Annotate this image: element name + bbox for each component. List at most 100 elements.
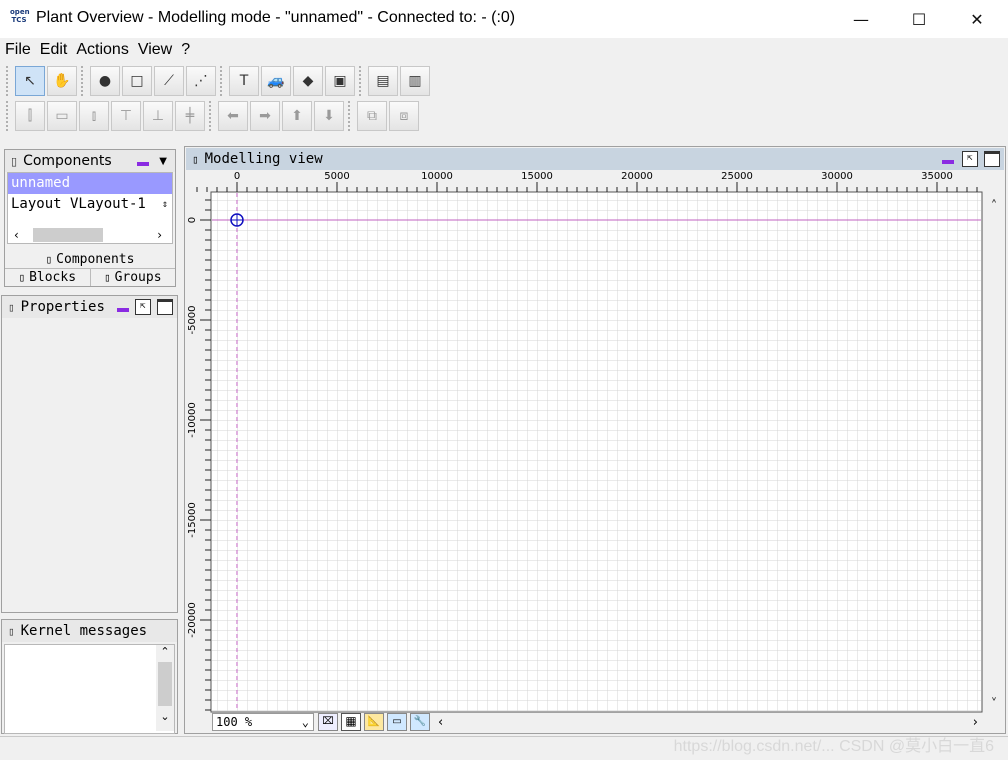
undock-view-icon[interactable]: ⇱ (962, 151, 978, 167)
kernel-message-area[interactable]: ⌃ ⌄ (4, 644, 175, 734)
pan-hand-icon: ✋ (53, 73, 71, 89)
x-ruler (186, 170, 1004, 192)
toolbar-separator (81, 66, 87, 96)
vehicle-button[interactable]: 🚙 (261, 66, 291, 96)
maximize-button[interactable]: ☐ (890, 0, 948, 38)
clip-tool-button[interactable]: ▥ (400, 66, 430, 96)
layer-tool-button[interactable]: ▤ (368, 66, 398, 96)
toolbar-drawing: ↖ ✋ ● □ ⟋ ⋰ T 🚙 ◆ ▣ ▤ ▥ (4, 64, 432, 98)
blocks-icon: ◆ (302, 73, 314, 89)
create-point-button[interactable]: ● (90, 66, 120, 96)
scroll-right-icon[interactable]: › (973, 715, 978, 730)
move-left-button[interactable]: ⬅ (218, 101, 248, 131)
chevron-down-icon[interactable]: ▼ (159, 156, 167, 167)
minimize-view-icon[interactable] (942, 160, 954, 164)
blocks-button[interactable]: ◆ (293, 66, 323, 96)
menu-view[interactable]: View (133, 41, 176, 59)
modelling-canvas[interactable]: 0 5000 10000 15000 20000 25000 30000 35000 0 -50… (186, 170, 1004, 732)
align-right-button[interactable]: ⫾ (79, 101, 109, 131)
menu-actions[interactable]: Actions (71, 41, 132, 59)
create-point-icon: ● (98, 73, 112, 89)
align-bottom-button[interactable]: ⊥ (143, 101, 173, 131)
move-up-button[interactable]: ⬆ (282, 101, 312, 131)
menu-help[interactable]: ? (176, 41, 194, 59)
create-link-button[interactable]: ⋰ (186, 66, 216, 96)
create-location-icon: □ (130, 73, 144, 89)
toggle-blocks-icon[interactable]: ▭ (387, 713, 407, 731)
maximize-view-icon[interactable] (984, 151, 1000, 167)
align-center-v-button[interactable]: ╪ (175, 101, 205, 131)
toolbar-grip[interactable] (6, 66, 12, 96)
menu-bar: File Edit Actions View ? (0, 38, 1008, 62)
move-up-icon: ⬆ (291, 108, 303, 124)
menu-edit[interactable]: Edit (35, 41, 72, 59)
kernel-messages-panel: ▯ Kernel messages ⌃ ⌄ (1, 619, 178, 734)
panel-icon: ▯ (192, 152, 199, 166)
scroll-updown-icon[interactable]: ⇕ (162, 194, 168, 215)
chevron-down-icon: ⌄ (301, 715, 309, 729)
scroll-thumb[interactable] (158, 662, 172, 706)
align-top-icon: ⊤ (119, 108, 133, 124)
location-type-button[interactable]: T (229, 66, 259, 96)
move-down-icon: ⬇ (323, 108, 335, 124)
tab-icon: ▯ (18, 271, 26, 284)
select-tool-button[interactable]: ↖ (15, 66, 45, 96)
maximize-icon: ☐ (911, 9, 927, 29)
y-ruler-label: -10000 (187, 402, 198, 437)
horizontal-scrollbar[interactable]: ‹ › (8, 227, 172, 243)
scroll-up-icon[interactable]: ˄ (991, 199, 998, 214)
undock-icon[interactable]: ⇱ (135, 299, 151, 315)
move-down-button[interactable]: ⬇ (314, 101, 344, 131)
minimize-panel-icon[interactable] (137, 162, 150, 166)
tab-blocks[interactable]: ▯ Blocks (5, 268, 91, 286)
bring-front-button[interactable]: ⧉ (357, 101, 387, 131)
properties-panel-title: Properties (20, 299, 105, 315)
scroll-down-icon[interactable]: ˅ (991, 697, 998, 712)
minimize-button[interactable]: — (832, 0, 890, 38)
tree-item-unnamed[interactable]: unnamed (8, 173, 172, 194)
move-right-button[interactable]: ➡ (250, 101, 280, 131)
kernel-panel-header: ▯ Kernel messages (2, 620, 177, 642)
toggle-labels-icon[interactable]: ⌧ (318, 713, 338, 731)
align-left-button[interactable]: ⫿ (15, 101, 45, 131)
y-ruler-label: -15000 (187, 502, 198, 537)
send-back-icon: ⧈ (399, 108, 409, 124)
toggle-tools-icon[interactable]: 🔧 (410, 713, 430, 731)
tab-components[interactable]: ▯ Components (5, 250, 175, 268)
align-top-button[interactable]: ⊤ (111, 101, 141, 131)
scroll-left-icon[interactable]: ‹ (438, 715, 443, 730)
watermark: https://blog.csdn.net/... CSDN @莫小白一直6 (673, 738, 994, 755)
pan-hand-button[interactable]: ✋ (47, 66, 77, 96)
scroll-thumb[interactable] (32, 228, 103, 242)
toggle-grid-icon[interactable]: ▦ (341, 713, 361, 731)
scroll-right-icon[interactable]: › (157, 228, 162, 242)
tree-item-layout[interactable]: Layout VLayout-1 ⇕ (8, 194, 172, 215)
minimize-panel-icon[interactable] (117, 308, 129, 312)
create-path-button[interactable]: ⟋ (154, 66, 184, 96)
tab-row: ▯ Blocks ▯ Groups (5, 268, 175, 286)
menu-file[interactable]: File (0, 41, 35, 59)
properties-panel-header: ▯ Properties ⇱ (2, 296, 177, 318)
scroll-down-icon[interactable]: ⌄ (156, 710, 174, 723)
zoom-select[interactable]: 100 % ⌄ (212, 713, 314, 731)
title-bar: open TCS Plant Overview - Modelling mode… (0, 0, 1008, 38)
align-center-v-icon: ╪ (185, 108, 195, 124)
x-ruler-label: 30000 (821, 171, 853, 182)
panel-icon: ▯ (8, 624, 15, 638)
vertical-scrollbar[interactable]: ⌃ ⌄ (156, 645, 174, 731)
scroll-up-icon[interactable]: ⌃ (156, 645, 174, 658)
send-back-button[interactable]: ⧈ (389, 101, 419, 131)
align-center-h-button[interactable]: ▭ (47, 101, 77, 131)
minimize-icon: — (853, 9, 869, 29)
modelling-view-title: Modelling view (204, 151, 323, 167)
close-button[interactable]: ✕ (948, 0, 1006, 38)
toggle-ruler-icon[interactable]: 📐 (364, 713, 384, 731)
create-location-button[interactable]: □ (122, 66, 152, 96)
canvas-vertical-scrollbar[interactable] (984, 192, 1004, 712)
tab-groups[interactable]: ▯ Groups (90, 268, 175, 286)
toolbar-grip[interactable] (6, 101, 12, 131)
scroll-left-icon[interactable]: ‹ (14, 228, 19, 242)
maximize-panel-icon[interactable] (157, 299, 173, 315)
tab-icon: ▯ (45, 252, 53, 266)
groups-button[interactable]: ▣ (325, 66, 355, 96)
